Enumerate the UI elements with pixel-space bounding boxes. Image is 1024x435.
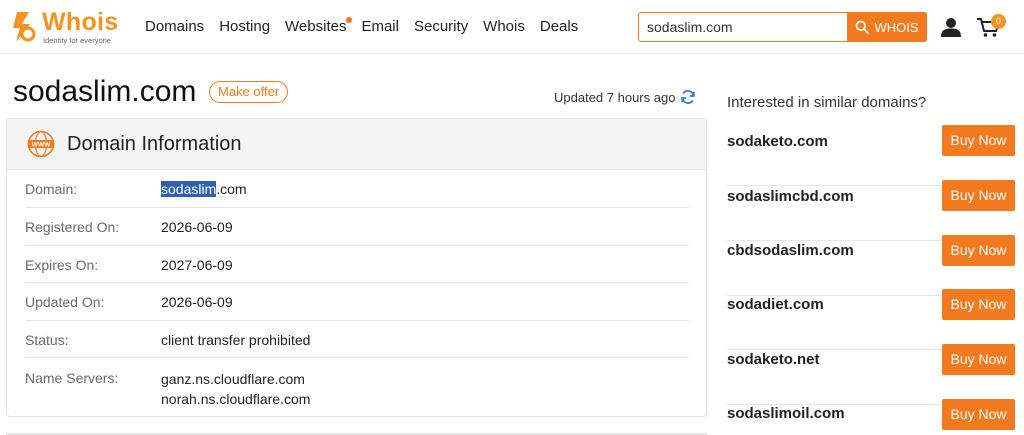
nav-item-whois[interactable]: Whois: [483, 18, 525, 36]
buy-now-button[interactable]: Buy Now: [942, 235, 1015, 266]
similar-domain-name[interactable]: sodaketo.com: [727, 133, 828, 151]
row-value: ganz.ns.cloudflare.com norah.ns.cloudfla…: [161, 369, 310, 409]
row-value: 2026-06-09: [161, 219, 233, 235]
nav-item-domains[interactable]: Domains: [145, 18, 204, 36]
card-title: Domain Information: [67, 133, 242, 155]
search-icon: [856, 20, 870, 34]
domain-information-card: WWW Domain Information Domain: sodaslim.…: [6, 118, 707, 417]
similar-domain-name[interactable]: sodaketo.net: [727, 351, 820, 369]
nav-item-email[interactable]: Email: [361, 18, 399, 36]
row-value: 2026-06-09: [161, 294, 233, 310]
similar-domain-item: sodaketo.com Buy Now: [727, 125, 1015, 186]
similar-domain-name[interactable]: sodaslimcbd.com: [727, 188, 854, 206]
nav-item-deals[interactable]: Deals: [540, 18, 578, 36]
row-label: Expires On:: [25, 257, 99, 273]
row-value: client transfer prohibited: [161, 332, 311, 348]
row-label: Registered On:: [25, 219, 120, 235]
similar-domain-name[interactable]: sodaslimoil.com: [727, 405, 845, 423]
buy-now-button[interactable]: Buy Now: [942, 180, 1015, 211]
row-value: 2027-06-09: [161, 257, 233, 273]
cart-count-badge: 0: [991, 14, 1006, 29]
card-header: WWW Domain Information: [7, 119, 706, 170]
similar-domain-item: sodaslimoil.com Buy Now: [727, 399, 1015, 435]
search-bar: WHOIS: [638, 12, 927, 42]
search-input[interactable]: [639, 13, 849, 41]
nav-item-security[interactable]: Security: [414, 18, 468, 36]
info-row-updated: Updated On: 2026-06-09: [25, 283, 689, 321]
logo-wordmark: Whois: [42, 8, 119, 36]
similar-domain-item: sodaslimcbd.com Buy Now: [727, 180, 1015, 241]
similar-domain-name[interactable]: cbdsodaslim.com: [727, 242, 854, 260]
similar-domain-name[interactable]: sodadiet.com: [727, 296, 824, 314]
similar-domains-title: Interested in similar domains?: [727, 94, 927, 111]
row-label: Status:: [25, 332, 69, 348]
similar-domain-item: sodaketo.net Buy Now: [727, 344, 1015, 405]
logo-mark-icon: [13, 12, 36, 42]
whois-search-button[interactable]: WHOIS: [847, 12, 927, 42]
updated-timestamp: Updated 7 hours ago: [554, 90, 676, 105]
info-row-registered: Registered On: 2026-06-09: [25, 208, 689, 246]
buy-now-button[interactable]: Buy Now: [942, 125, 1015, 156]
buy-now-button[interactable]: Buy Now: [942, 344, 1015, 375]
domain-tld: .com: [216, 181, 247, 197]
similar-domain-item: sodadiet.com Buy Now: [727, 289, 1015, 350]
row-value: sodaslim.com: [161, 180, 247, 198]
make-offer-button[interactable]: Make offer: [209, 81, 289, 103]
nav-item-websites[interactable]: Websites: [285, 17, 353, 36]
top-navigation-bar: Whois Identity for everyone Domains Host…: [0, 0, 1024, 54]
search-button-label: WHOIS: [874, 19, 919, 35]
new-dot-indicator: [346, 17, 353, 23]
buy-now-button[interactable]: Buy Now: [942, 289, 1015, 320]
row-label: Domain:: [25, 181, 78, 197]
info-row-status: Status: client transfer prohibited: [25, 321, 689, 358]
page-title: sodaslim.com: [13, 75, 197, 108]
svg-text:WWW: WWW: [32, 142, 51, 149]
info-row-domain: Domain: sodaslim.com: [25, 170, 689, 208]
main-nav: Domains Hosting Websites Email Security …: [145, 17, 593, 36]
similar-domain-item: cbdsodaslim.com Buy Now: [727, 235, 1015, 296]
name-server: norah.ns.cloudflare.com: [161, 391, 311, 407]
row-label: Updated On:: [25, 294, 105, 310]
buy-now-button[interactable]: Buy Now: [942, 399, 1015, 430]
selected-text: sodaslim: [161, 181, 217, 197]
info-row-name-servers: Name Servers: ganz.ns.cloudflare.com nor…: [25, 358, 689, 416]
whois-logo[interactable]: Whois Identity for everyone: [8, 8, 126, 46]
name-server: ganz.ns.cloudflare.com: [161, 371, 305, 387]
nav-item-label: Websites: [285, 18, 347, 35]
user-icon[interactable]: [940, 16, 962, 38]
www-icon: WWW: [27, 130, 55, 158]
info-row-expires: Expires On: 2027-06-09: [25, 246, 689, 283]
refresh-icon[interactable]: [680, 89, 696, 105]
logo-tagline: Identity for everyone: [43, 36, 111, 45]
nav-item-hosting[interactable]: Hosting: [219, 18, 270, 36]
row-label: Name Servers:: [25, 370, 119, 386]
